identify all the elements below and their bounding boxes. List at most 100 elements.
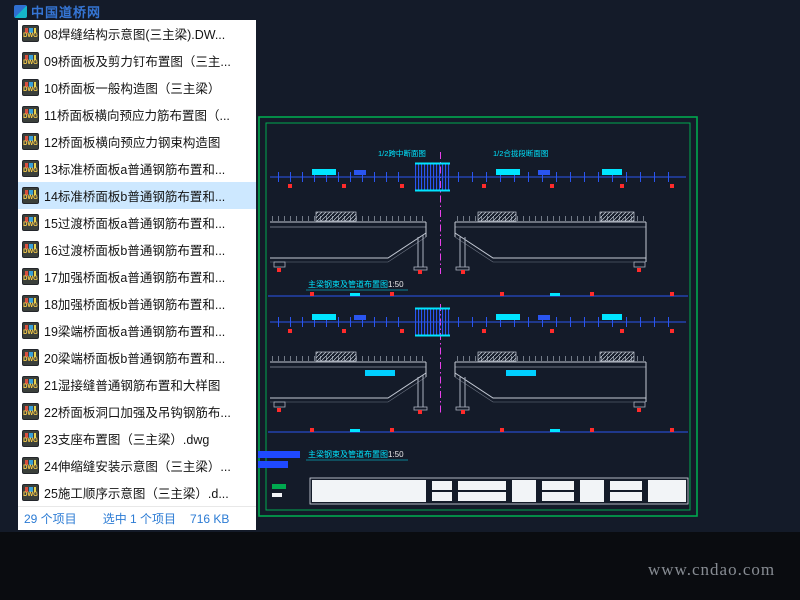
file-list-item[interactable]: DWG 21湿接缝普通钢筋布置和大样图 (18, 371, 256, 398)
status-bar: 29 个项目 选中 1 个项目 716 KB (18, 506, 256, 530)
section-label-right: 1/2合拢段断面图 (493, 148, 548, 158)
dwg-file-icon: DWG (22, 349, 39, 366)
file-list-item[interactable]: DWG 17加强桥面板a普通钢筋布置和... (18, 263, 256, 290)
file-label: 08焊缝结构示意图(三主梁).DW... (44, 28, 226, 42)
divider-line-2 (267, 427, 689, 433)
dwg-file-icon: DWG (22, 403, 39, 420)
file-label: 20梁端桥面板b普通钢筋布置和... (44, 352, 226, 366)
file-list-item[interactable]: DWG 25施工顺序示意图（三主梁）.d... (18, 479, 256, 506)
dwg-icon-text: DWG (23, 114, 38, 120)
file-list-item[interactable]: DWG 16过渡桥面板b普通钢筋布置和... (18, 236, 256, 263)
file-list-item[interactable]: DWG 14标准桥面板b普通钢筋布置和... (18, 182, 256, 209)
dwg-icon-text: DWG (23, 222, 38, 228)
status-file-size: 716 KB (190, 511, 230, 526)
file-list-item[interactable]: DWG 08焊缝结构示意图(三主梁).DW... (18, 20, 256, 47)
dwg-icon-text: DWG (23, 411, 38, 417)
dwg-icon-text: DWG (23, 438, 38, 444)
dwg-icon-text: DWG (23, 357, 38, 363)
file-list-item[interactable]: DWG 20梁端桥面板b普通钢筋布置和... (18, 344, 256, 371)
file-list-item[interactable]: DWG 22桥面板洞口加强及吊钩钢筋布... (18, 398, 256, 425)
file-label: 13标准桥面板a普通钢筋布置和... (44, 163, 226, 177)
dwg-file-icon: DWG (22, 484, 39, 501)
file-label: 11桥面板横向预应力筋布置图（... (44, 109, 230, 123)
file-label: 17加强桥面板a普通钢筋布置和... (44, 271, 226, 285)
dwg-file-icon: DWG (22, 457, 39, 474)
file-label: 15过渡桥面板a普通钢筋布置和... (44, 217, 226, 231)
dwg-icon-text: DWG (23, 303, 38, 309)
file-label: 12桥面板横向预应力钢束构造图 (44, 136, 221, 150)
section-label-left: 1/2跨中断面图 (378, 148, 426, 158)
file-list-item[interactable]: DWG 15过渡桥面板a普通钢筋布置和... (18, 209, 256, 236)
dwg-file-icon: DWG (22, 241, 39, 258)
dwg-file-icon: DWG (22, 79, 39, 96)
title-block (272, 477, 689, 505)
caption-1-text: 主梁钢束及管道布置图 (308, 279, 388, 289)
file-list: DWG 08焊缝结构示意图(三主梁).DW... DWG 09桥面板及剪力钉布置… (18, 20, 256, 506)
site-watermark-bottom: www.cndao.com (648, 560, 776, 579)
file-label: 25施工顺序示意图（三主梁）.d... (44, 487, 229, 501)
dwg-icon-text: DWG (23, 249, 38, 255)
file-list-item[interactable]: DWG 10桥面板一般构造图（三主梁） (18, 74, 256, 101)
file-label: 09桥面板及剪力钉布置图（三主... (44, 55, 231, 69)
caption-1-scale: 1:50 (388, 280, 404, 289)
file-label: 22桥面板洞口加强及吊钩钢筋布... (44, 406, 231, 420)
dwg-file-icon: DWG (22, 268, 39, 285)
dwg-file-icon: DWG (22, 160, 39, 177)
dwg-icon-text: DWG (23, 276, 38, 282)
caption-2-scale: 1:50 (388, 450, 404, 459)
dwg-icon-text: DWG (23, 168, 38, 174)
file-list-item[interactable]: DWG 11桥面板横向预应力筋布置图（... (18, 101, 256, 128)
dwg-icon-text: DWG (23, 87, 38, 93)
dwg-icon-text: DWG (23, 60, 38, 66)
girder-elevation-2 (270, 352, 646, 414)
dwg-file-icon: DWG (22, 322, 39, 339)
status-selected-items: 选中 1 个项目 (102, 512, 177, 526)
file-label: 19梁端桥面板a普通钢筋布置和... (44, 325, 226, 339)
file-explorer-panel: DWG 08焊缝结构示意图(三主梁).DW... DWG 09桥面板及剪力钉布置… (18, 20, 256, 530)
caption-2: 主梁钢束及管道布置图 1:50 (306, 449, 408, 461)
file-label: 10桥面板一般构造图（三主梁） (44, 82, 221, 96)
dwg-file-icon: DWG (22, 133, 39, 150)
file-label: 16过渡桥面板b普通钢筋布置和... (44, 244, 226, 258)
file-list-item[interactable]: DWG 19梁端桥面板a普通钢筋布置和... (18, 317, 256, 344)
cad-viewport: 1/2跨中断面图 1/2合拢段断面图 主梁钢束及管道布置图 1:50 主梁钢束及… (250, 112, 702, 524)
dwg-icon-text: DWG (23, 141, 38, 147)
file-list-item[interactable]: DWG 23支座布置图（三主梁）.dwg (18, 425, 256, 452)
cad-drawing-svg: 1/2跨中断面图 1/2合拢段断面图 主梁钢束及管道布置图 1:50 主梁钢束及… (258, 116, 698, 517)
file-list-item[interactable]: DWG 09桥面板及剪力钉布置图（三主... (18, 47, 256, 74)
dwg-icon-text: DWG (23, 330, 38, 336)
caption-2-text: 主梁钢束及管道布置图 (308, 449, 388, 459)
status-total-items: 29 个项目 (24, 512, 77, 526)
site-watermark-text: 中国道桥网 (31, 5, 102, 20)
caption-1: 主梁钢束及管道布置图 1:50 (306, 279, 408, 291)
dwg-file-icon: DWG (22, 106, 39, 123)
file-label: 14标准桥面板b普通钢筋布置和... (44, 190, 226, 204)
dwg-file-icon: DWG (22, 295, 39, 312)
file-label: 24伸缩缝安装示意图（三主梁）... (44, 460, 231, 474)
section-labels: 1/2跨中断面图 1/2合拢段断面图 (378, 148, 548, 158)
file-list-item[interactable]: DWG 18加强桥面板b普通钢筋布置和... (18, 290, 256, 317)
girder-elevation-1 (270, 212, 646, 274)
rebar-strip-2 (270, 308, 686, 337)
dwg-icon-text: DWG (23, 195, 38, 201)
file-label: 18加强桥面板b普通钢筋布置和... (44, 298, 226, 312)
dwg-file-icon: DWG (22, 430, 39, 447)
dwg-icon-text: DWG (23, 465, 38, 471)
site-logo-icon (14, 5, 27, 18)
dwg-icon-text: DWG (23, 33, 38, 39)
dwg-file-icon: DWG (22, 376, 39, 393)
dwg-file-icon: DWG (22, 187, 39, 204)
file-list-item[interactable]: DWG 24伸缩缝安装示意图（三主梁）... (18, 452, 256, 479)
dwg-icon-text: DWG (23, 384, 38, 390)
legend-bars (258, 451, 300, 468)
file-label: 23支座布置图（三主梁）.dwg (44, 433, 210, 447)
file-list-item[interactable]: DWG 12桥面板横向预应力钢束构造图 (18, 128, 256, 155)
file-list-item[interactable]: DWG 13标准桥面板a普通钢筋布置和... (18, 155, 256, 182)
dwg-file-icon: DWG (22, 52, 39, 69)
dwg-icon-text: DWG (23, 492, 38, 498)
divider-line-1 (267, 291, 689, 297)
file-label: 21湿接缝普通钢筋布置和大样图 (44, 379, 221, 393)
rebar-strip-1 (270, 163, 686, 192)
site-watermark-top: 中国道桥网 (14, 2, 101, 21)
dwg-file-icon: DWG (22, 25, 39, 42)
